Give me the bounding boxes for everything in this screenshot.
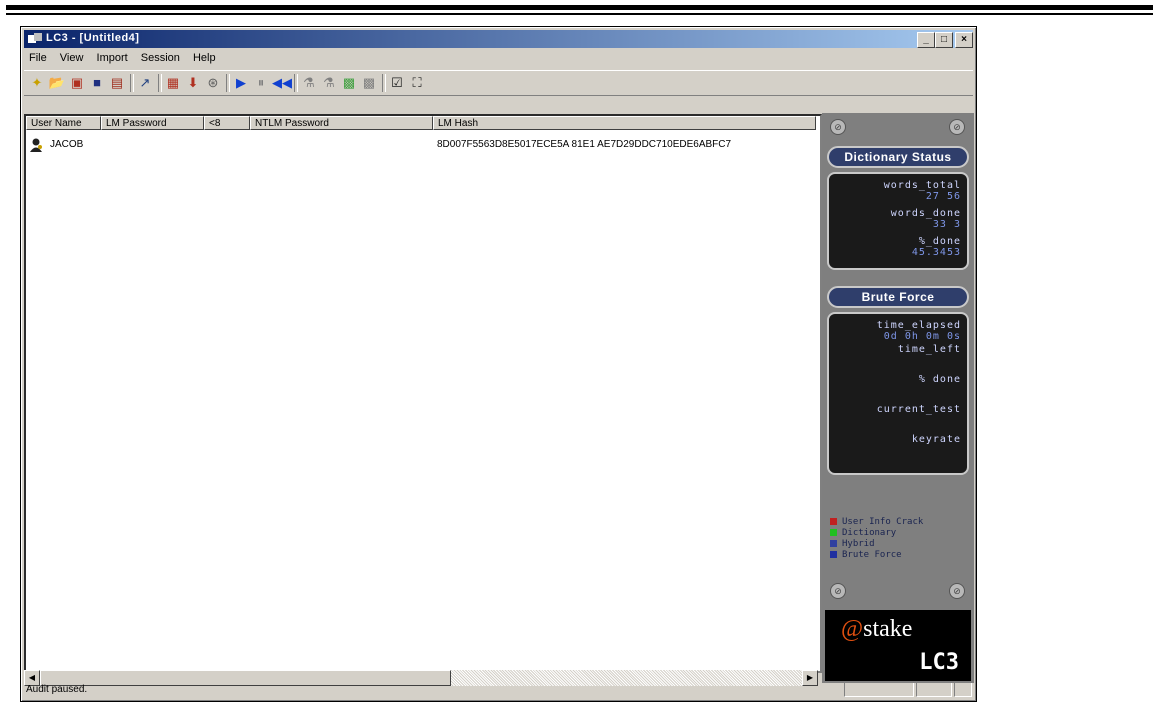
list-header: User Name LM Password <8 NTLM Password L… [26,116,820,131]
hash-icon[interactable]: ▩ [340,74,358,92]
legend: User Info Crack Dictionary Hybrid Brute … [830,517,970,561]
save-icon[interactable]: ■ [88,74,106,92]
screw-icon: ⊘ [830,119,846,135]
menu-help[interactable]: Help [188,50,221,66]
col-lm-password[interactable]: LM Password [101,116,204,130]
col-ntlm-password[interactable]: NTLM Password [250,116,433,130]
cell-lm-hash: 8D007F5563D8E5017ECE5A 81E1 AE7D29DDC710… [437,139,732,150]
cell-user-name: JACOB [50,139,84,150]
lcd-current-test-label: current_test [876,404,961,415]
col-user-name[interactable]: User Name [26,116,101,130]
rewind-icon[interactable]: ◀◀ [272,74,292,92]
dictionary-status-label: Dictionary Status [827,146,969,168]
screw-icon: ⊘ [949,119,965,135]
grid-icon[interactable]: ▩ [360,74,378,92]
import-icon[interactable]: ▣ [68,74,86,92]
user-icon [28,137,44,156]
options-icon[interactable]: ⊛ [204,74,222,92]
scroll-thumb[interactable] [40,670,451,686]
lcd-pct-done-label: %_done [918,236,961,247]
scroll-track[interactable] [451,670,802,686]
legend-swatch [830,551,837,558]
lcd-words-total-label: words_total [883,180,961,191]
properties-icon[interactable]: ☑ [388,74,406,92]
menu-import[interactable]: Import [92,50,133,66]
top-rule-thick [6,5,1153,10]
pin-icon[interactable]: ⬇ [184,74,202,92]
status-text: Audit paused. [26,684,88,695]
table-row[interactable]: JACOB 8D007F5563D8E5017ECE5A 81E1 AE7D29… [26,136,820,154]
menu-view[interactable]: View [55,50,89,66]
toolbar-separator [226,74,230,92]
play-icon[interactable]: ▶ [232,74,250,92]
lcd-pct-done-value: 45.3453 [911,247,961,258]
legend-item: Hybrid [830,539,970,550]
legend-item: User Info Crack [830,517,970,528]
status-pane-2 [916,681,952,697]
status-pane-1 [844,681,914,697]
lcd-words-done-label: words_done [890,208,961,219]
report-icon[interactable]: ▦ [164,74,182,92]
lcd-words-done-value: 33 3 [932,219,961,230]
lcd-time-left-label: time_left [897,344,961,355]
app-icon [28,33,42,45]
title-bar[interactable]: LC3 - [Untitled4] _ □ × [24,30,973,48]
export-icon[interactable]: ▤ [108,74,126,92]
brand-at: @stake [841,616,913,642]
legend-swatch [830,518,837,525]
top-rule-thin [6,13,1153,15]
accounts-list[interactable]: User Name LM Password <8 NTLM Password L… [24,114,822,673]
toolbar-separator [158,74,162,92]
filter-icon[interactable]: ⚗ [300,74,318,92]
window-title: LC3 - [Untitled4] [46,32,140,44]
legend-item: Dictionary [830,528,970,539]
open-session-icon[interactable]: 📂 [48,74,66,92]
minimize-button[interactable]: _ [917,32,935,48]
screw-icon: ⊘ [949,583,965,599]
col-lt8[interactable]: <8 [204,116,250,130]
col-lm-hash[interactable]: LM Hash [433,116,816,130]
resize-grip-icon[interactable] [954,681,972,697]
menu-file[interactable]: File [24,50,52,66]
fullscreen-icon[interactable]: ⛶ [408,74,426,92]
brute-force-label: Brute Force [827,286,969,308]
stake-logo: @stake LC3 [825,610,971,681]
lcd-time-elapsed-value: 0d 0h 0m 0s [883,331,961,342]
legend-swatch [830,540,837,547]
horizontal-scrollbar[interactable]: ◀ ▶ [24,670,818,686]
brute-force-lcd: time_elapsed 0d 0h 0m 0s time_left % don… [827,312,969,475]
menu-session[interactable]: Session [136,50,185,66]
menu-bar: File View Import Session Help [24,50,973,68]
dictionary-lcd: words_total 27 56 words_done 33 3 %_done… [827,172,969,270]
screw-icon: ⊘ [830,583,846,599]
status-side-panel: ⊘ ⊘ Dictionary Status words_total 27 56 … [822,113,974,683]
lc3-window: LC3 - [Untitled4] _ □ × File View Import… [20,26,977,702]
lcd-keyrate-label: keyrate [911,434,961,445]
close-button[interactable]: × [955,32,973,48]
toolbar: ✦ 📂 ▣ ■ ▤ ↗ ▦ ⬇ ⊛ ▶ ⏸ ◀◀ ⚗ ⚗ ▩ ▩ ☑ ⛶ [24,70,973,96]
scroll-right-button[interactable]: ▶ [802,670,818,686]
lcd-time-elapsed-label: time_elapsed [876,320,961,331]
password-icon[interactable]: ↗ [136,74,154,92]
pause-icon[interactable]: ⏸ [252,74,270,92]
lcd-pct-done-label-bf: % done [918,374,961,385]
toolbar-separator [294,74,298,92]
legend-item: Brute Force [830,550,970,561]
legend-swatch [830,529,837,536]
toolbar-separator [382,74,386,92]
status-bar: Audit paused. [24,681,973,698]
toolbar-separator [130,74,134,92]
brand-product: LC3 [919,650,959,675]
new-session-icon[interactable]: ✦ [28,74,46,92]
maximize-button[interactable]: □ [935,32,953,48]
lcd-words-total-value: 27 56 [925,191,961,202]
filter2-icon[interactable]: ⚗ [320,74,338,92]
